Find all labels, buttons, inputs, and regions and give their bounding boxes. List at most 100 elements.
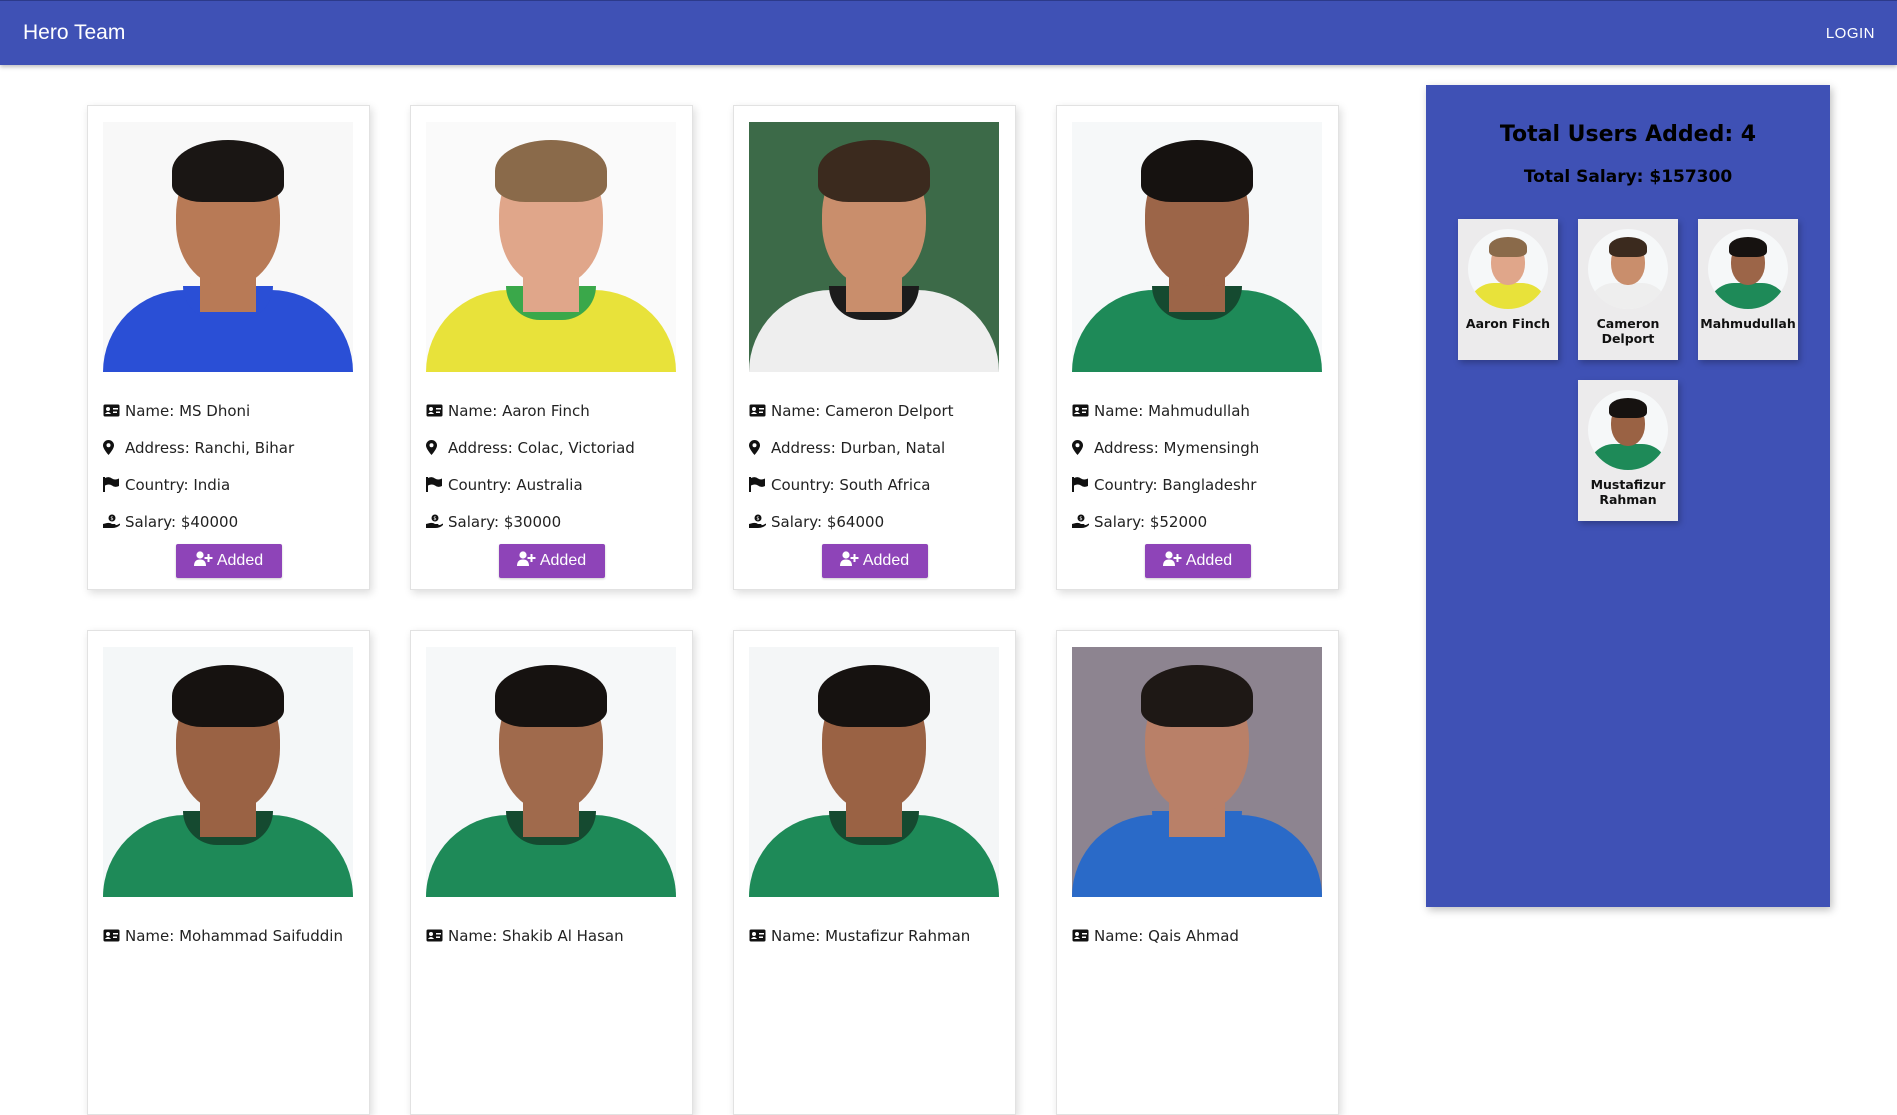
add-player-button[interactable]: Added — [1144, 544, 1251, 578]
flag-icon — [1072, 477, 1094, 492]
id-card-icon — [749, 404, 771, 417]
player-card: Name: Shakib Al Hasan — [410, 630, 693, 1115]
player-name: Name: Aaron Finch — [448, 401, 590, 420]
player-salary-row: $ Salary: $64000 — [749, 503, 1000, 540]
player-card: Name: Mohammad Saifuddin — [87, 630, 370, 1115]
player-card: Name: Cameron Delport Address: Durban, N… — [733, 105, 1016, 590]
player-name: Name: Cameron Delport — [771, 401, 954, 420]
id-card-icon — [426, 404, 448, 417]
player-info: Name: Mohammad Saifuddin — [103, 917, 354, 954]
player-country-row: Country: Australia — [426, 466, 677, 503]
player-info: Name: Shakib Al Hasan — [426, 917, 677, 954]
login-button[interactable]: LOGIN — [1826, 25, 1875, 42]
player-name-row: Name: Mustafizur Rahman — [749, 917, 1000, 954]
add-player-button[interactable]: Added — [821, 544, 928, 578]
total-users-heading: Total Users Added: 4 — [1499, 122, 1757, 147]
player-name: Name: Mahmudullah — [1094, 401, 1250, 420]
player-photo — [426, 122, 676, 372]
player-name-row: Name: Aaron Finch — [426, 392, 677, 429]
add-button-label: Added — [539, 552, 587, 569]
flag-icon — [426, 477, 448, 492]
player-name-row: Name: Cameron Delport — [749, 392, 1000, 429]
player-grid: Name: MS Dhoni Address: Ranchi, Bihar Co… — [87, 105, 1339, 1115]
player-salary-row: $ Salary: $30000 — [426, 503, 677, 540]
user-plus-icon — [1162, 551, 1182, 571]
player-country: Country: Bangladeshr — [1094, 475, 1257, 494]
id-card-icon — [103, 929, 125, 942]
added-player-item: Mustafizur Rahman — [1578, 380, 1678, 521]
player-address-row: Address: Ranchi, Bihar — [103, 429, 354, 466]
player-photo — [749, 122, 999, 372]
added-player-name: Cameron Delport — [1596, 316, 1660, 346]
added-player-item: Mahmudullah — [1698, 219, 1798, 360]
player-card: Name: Mustafizur Rahman — [733, 630, 1016, 1115]
hand-holding-dollar-icon: $ — [426, 514, 448, 529]
player-card: Name: Aaron Finch Address: Colac, Victor… — [410, 105, 693, 590]
player-card: Name: Mahmudullah Address: Mymensingh Co… — [1056, 105, 1339, 590]
player-info: Name: Cameron Delport Address: Durban, N… — [749, 392, 1000, 540]
player-country-row: Country: South Africa — [749, 466, 1000, 503]
player-info: Name: MS Dhoni Address: Ranchi, Bihar Co… — [103, 392, 354, 540]
player-name: Name: Mustafizur Rahman — [771, 926, 971, 945]
player-country: Country: India — [125, 475, 231, 494]
added-player-name: Mustafizur Rahman — [1590, 477, 1666, 507]
added-player-avatar — [1468, 229, 1548, 309]
user-plus-icon — [193, 551, 213, 571]
flag-icon — [749, 477, 771, 492]
added-player-item: Cameron Delport — [1578, 219, 1678, 360]
player-name-row: Name: Qais Ahmad — [1072, 917, 1323, 954]
map-marker-icon — [103, 440, 125, 455]
id-card-icon — [1072, 929, 1094, 942]
player-country-row: Country: Bangladeshr — [1072, 466, 1323, 503]
added-player-avatar — [1588, 390, 1668, 470]
svg-text:$: $ — [1079, 516, 1082, 522]
hand-holding-dollar-icon: $ — [749, 514, 771, 529]
player-photo — [103, 122, 353, 372]
user-plus-icon — [839, 551, 859, 571]
svg-text:$: $ — [110, 516, 113, 522]
player-photo — [1072, 122, 1322, 372]
add-player-button[interactable]: Added — [498, 544, 605, 578]
app-title: Hero Team — [23, 21, 126, 44]
player-card: Name: MS Dhoni Address: Ranchi, Bihar Co… — [87, 105, 370, 590]
map-marker-icon — [426, 440, 448, 455]
add-player-button[interactable]: Added — [175, 544, 282, 578]
player-card: Name: Qais Ahmad — [1056, 630, 1339, 1115]
total-salary-heading: Total Salary: $157300 — [1523, 167, 1733, 187]
player-photo — [1072, 647, 1322, 897]
player-name: Name: MS Dhoni — [125, 401, 251, 420]
player-info: Name: Mustafizur Rahman — [749, 917, 1000, 954]
map-marker-icon — [749, 440, 771, 455]
player-address-row: Address: Colac, Victoriad — [426, 429, 677, 466]
player-address-row: Address: Durban, Natal — [749, 429, 1000, 466]
player-name: Name: Shakib Al Hasan — [448, 926, 624, 945]
player-name: Name: Qais Ahmad — [1094, 926, 1239, 945]
id-card-icon — [103, 404, 125, 417]
flag-icon — [103, 477, 125, 492]
player-address: Address: Colac, Victoriad — [448, 438, 635, 457]
player-salary: Salary: $40000 — [125, 512, 239, 531]
added-player-name: Aaron Finch — [1465, 316, 1551, 331]
player-name-row: Name: Mahmudullah — [1072, 392, 1323, 429]
player-salary: Salary: $64000 — [771, 512, 885, 531]
player-salary-row: $ Salary: $52000 — [1072, 503, 1323, 540]
player-address: Address: Ranchi, Bihar — [125, 438, 295, 457]
player-name-row: Name: Mohammad Saifuddin — [103, 917, 354, 954]
added-player-avatar — [1588, 229, 1668, 309]
player-info: Name: Aaron Finch Address: Colac, Victor… — [426, 392, 677, 540]
hand-holding-dollar-icon: $ — [103, 514, 125, 529]
id-card-icon — [749, 929, 771, 942]
player-country: Country: South Africa — [771, 475, 931, 494]
add-button-label: Added — [216, 552, 264, 569]
player-info: Name: Mahmudullah Address: Mymensingh Co… — [1072, 392, 1323, 540]
add-button-label: Added — [1185, 552, 1233, 569]
player-country: Country: Australia — [448, 475, 583, 494]
team-summary-panel: Total Users Added: 4 Total Salary: $1573… — [1426, 85, 1830, 907]
player-address: Address: Durban, Natal — [771, 438, 946, 457]
player-name-row: Name: Shakib Al Hasan — [426, 917, 677, 954]
player-address-row: Address: Mymensingh — [1072, 429, 1323, 466]
player-country-row: Country: India — [103, 466, 354, 503]
map-marker-icon — [1072, 440, 1094, 455]
player-name: Name: Mohammad Saifuddin — [125, 926, 343, 945]
hand-holding-dollar-icon: $ — [1072, 514, 1094, 529]
